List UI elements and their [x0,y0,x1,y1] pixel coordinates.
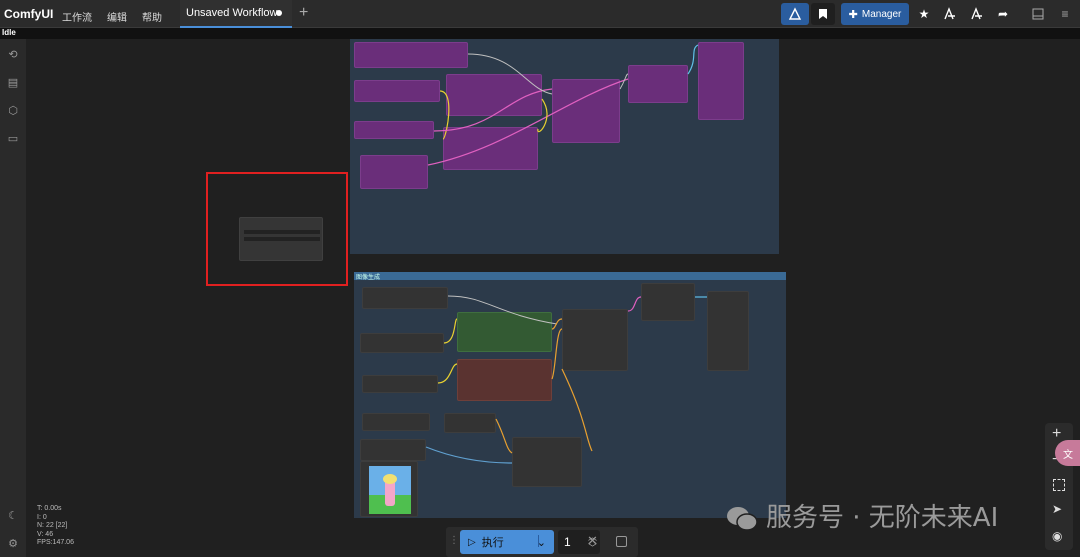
translate-icon: 文 [1063,450,1073,461]
bookmark-button[interactable] [811,3,835,25]
extension-icon-2 [971,7,982,20]
bookmark-icon [819,9,827,19]
menu-button[interactable]: ≡ [1055,3,1075,25]
new-tab-button[interactable]: + [299,4,308,22]
star-icon: ★ [918,7,930,21]
extension-icon [944,7,955,20]
workflow-tab[interactable]: Unsaved Workflow [180,0,292,28]
fit-view-icon[interactable] [1053,479,1065,491]
menu-help[interactable]: 帮助 [142,9,162,24]
wechat-icon [726,506,758,532]
top-bar: ComfyUI 工作流 编辑 帮助 Unsaved Workflow + ✚ M… [0,0,1080,28]
toggle-panel-button[interactable] [1028,3,1048,25]
navigate-icon[interactable]: ➤ [1052,502,1062,516]
watermark-text: 服务号 · 无阶未来AI [766,503,999,533]
translate-badge[interactable]: 文 [1055,440,1080,466]
extension-button-1[interactable] [940,3,960,25]
share-icon: ➦ [997,7,1009,21]
puzzle-icon: ✚ [848,8,858,21]
tab-title: Unsaved Workflow [186,7,278,19]
menu-workflow[interactable]: 工作流 [62,9,92,24]
share-button[interactable]: ➦ [993,3,1013,25]
manager-button[interactable]: ✚ Manager [841,3,909,25]
settings-icon[interactable]: ⚙ [5,536,21,552]
drag-handle-icon[interactable]: ⋮ [449,535,459,546]
status-bar: Idle [0,28,1080,39]
link-wires-bottom [425,295,707,464]
cancel-icon[interactable]: ✕ [587,533,598,549]
manager-label: Manager [861,8,902,20]
stats-panel: T: 0.00s I: 0 N: 22 [22] V: 46 FPS:147.0… [37,505,74,547]
selection-highlight [206,172,348,286]
menu-edit[interactable]: 编辑 [107,9,127,24]
workflows-icon[interactable]: ▭ [5,131,21,147]
queue-icon[interactable]: ▤ [5,75,21,91]
run-toolbar: ⋮ ▷ 执行 ⌄ 1 ︿ ﹀ ✕ [446,527,638,557]
theme-icon[interactable]: ☾ [5,508,21,524]
star-button[interactable]: ★ [914,3,934,25]
run-button[interactable]: ▷ 执行 ⌄ [460,530,554,554]
status-text: Idle [2,28,16,37]
comfy-icon [788,7,802,20]
zoom-in-icon[interactable]: + [1052,425,1061,443]
panel-icon [1032,8,1044,20]
logo-button[interactable] [781,3,809,25]
extension-button-2[interactable] [967,3,987,25]
stop-icon[interactable] [616,536,627,547]
eye-icon[interactable]: ◉ [1052,529,1062,543]
watermark: 服务号 · 无阶未来AI [726,497,998,534]
graph-canvas[interactable]: 图像生成 [26,39,1080,557]
sidebar: ⟲ ▤ ⬡ ▭ ☾ ⚙ [0,39,26,557]
app-logo[interactable]: ComfyUI [4,7,53,21]
model-library-icon[interactable]: ⬡ [5,103,21,119]
hamburger-icon: ≡ [1061,7,1069,21]
history-icon[interactable]: ⟲ [5,47,21,63]
unsaved-dot [276,10,282,16]
run-label: 执行 [481,537,504,549]
batch-count-value: 1 [564,535,571,549]
play-icon: ▷ [468,536,476,548]
